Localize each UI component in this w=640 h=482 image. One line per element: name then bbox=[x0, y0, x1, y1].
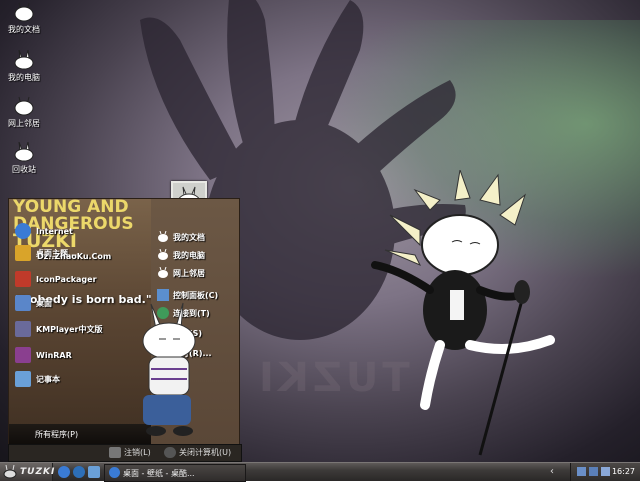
tuzki-head-icon bbox=[14, 96, 34, 116]
theme-icon bbox=[15, 245, 31, 261]
program-label: KMPlayer中文版 bbox=[36, 324, 103, 334]
ie-icon bbox=[109, 467, 120, 478]
place-my-computer[interactable]: 我的电脑 bbox=[157, 249, 205, 261]
power-icon bbox=[164, 447, 176, 458]
program-label: Dz..ZhaoKu.Com bbox=[37, 252, 112, 261]
program-label: WinRAR bbox=[36, 350, 72, 360]
internet-explorer-icon bbox=[15, 223, 31, 239]
tuzki-head-icon bbox=[14, 2, 34, 22]
desktop-icon-my-documents[interactable]: 我的文档 bbox=[0, 2, 48, 35]
tray-volume-icon[interactable] bbox=[601, 467, 610, 476]
notepad-icon bbox=[15, 371, 31, 387]
start-menu-footer: 注销(L) 关闭计算机(U) bbox=[8, 444, 242, 462]
place-network[interactable]: 网上邻居 bbox=[157, 267, 205, 279]
program-winrar[interactable]: WinRAR bbox=[15, 347, 72, 363]
quicklaunch-desktop-icon[interactable] bbox=[88, 466, 100, 478]
program-desktop[interactable]: 桌面 bbox=[15, 295, 52, 311]
quicklaunch-ie-icon[interactable] bbox=[58, 466, 70, 478]
desktop-icon-recycle-bin[interactable]: 回收站 bbox=[0, 142, 48, 175]
desktop-icon-label: 回收站 bbox=[12, 165, 36, 174]
desktop-icon-label: 我的文档 bbox=[8, 25, 40, 34]
shutdown-button[interactable]: 关闭计算机(U) bbox=[164, 447, 231, 458]
tuzki-dancer-illustration bbox=[371, 170, 555, 456]
start-menu: YOUNG AND DANGEROUS TUZKI "Nobody is bor… bbox=[8, 181, 242, 462]
system-tray: 16:27 bbox=[570, 463, 640, 481]
tuzki-small-icon bbox=[158, 231, 168, 242]
shutdown-label: 关闭计算机(U) bbox=[179, 448, 232, 457]
start-button[interactable]: TUZKI bbox=[0, 463, 56, 481]
tray-display-icon[interactable] bbox=[589, 467, 598, 476]
tuzki-mascot-illustration bbox=[142, 302, 196, 436]
desktop-icon-label: 网上邻居 bbox=[8, 119, 40, 128]
program-label: 记事本 bbox=[36, 374, 60, 384]
quicklaunch-media-icon[interactable] bbox=[73, 466, 85, 478]
program-label: 桌面 bbox=[36, 298, 52, 308]
start-button-label: TUZKI bbox=[20, 467, 56, 477]
program-kmplayer[interactable]: KMPlayer中文版 bbox=[15, 321, 103, 337]
tray-network-icon[interactable] bbox=[577, 467, 586, 476]
tuzki-rabbit-icon bbox=[14, 142, 34, 162]
program-label: Internet bbox=[36, 226, 73, 236]
place-label: 网上邻居 bbox=[173, 268, 205, 278]
key-icon bbox=[109, 447, 121, 458]
program-label: IconPackager bbox=[36, 274, 97, 284]
tray-expand-icon[interactable]: ‹ bbox=[550, 466, 554, 477]
program-iconpackager[interactable]: IconPackager bbox=[15, 271, 97, 287]
winrar-icon bbox=[15, 347, 31, 363]
logoff-button[interactable]: 注销(L) bbox=[109, 447, 151, 458]
desktop-icon-label: 我的电脑 bbox=[8, 73, 40, 82]
kmplayer-icon bbox=[15, 321, 31, 337]
place-label: 我的文档 bbox=[173, 232, 205, 242]
desktop-icon-network[interactable]: 网上邻居 bbox=[0, 96, 48, 129]
tuzki-small-icon bbox=[158, 249, 168, 260]
logoff-label: 注销(L) bbox=[124, 448, 151, 457]
iconpackager-icon bbox=[15, 271, 31, 287]
tuzki-start-icon bbox=[3, 465, 17, 479]
taskbar-window-button[interactable]: 桌面 - 壁纸 - 桌酷... bbox=[104, 464, 246, 482]
desktop: TUZKI 我的文档 我的电脑 网上邻居 回收站 YOUNG AND DANGE… bbox=[0, 0, 640, 462]
program-notepad[interactable]: 记事本 bbox=[15, 371, 60, 387]
all-programs-label: 所有程序(P) bbox=[35, 430, 79, 439]
taskbar-window-label: 桌面 - 壁纸 - 桌酷... bbox=[123, 468, 195, 478]
tuzki-small-icon bbox=[158, 267, 168, 278]
taskbar: TUZKI 桌面 - 壁纸 - 桌酷... ‹ 16:27 bbox=[0, 462, 640, 482]
program-zhaoku[interactable]: Dz..ZhaoKu.Com bbox=[37, 252, 111, 261]
place-label: 我的电脑 bbox=[173, 250, 205, 260]
tuzki-rabbit-icon bbox=[14, 50, 34, 70]
desktop-icon bbox=[15, 295, 31, 311]
start-menu-places-panel: 我的文档 我的电脑 网上邻居 控制面板(C) 连接到(T) 搜索(S) bbox=[142, 198, 240, 446]
place-my-documents[interactable]: 我的文档 bbox=[157, 231, 205, 243]
desktop-icon-my-computer[interactable]: 我的电脑 bbox=[0, 50, 48, 83]
tray-clock[interactable]: 16:27 bbox=[612, 467, 635, 476]
program-internet[interactable]: Internet bbox=[15, 223, 73, 239]
